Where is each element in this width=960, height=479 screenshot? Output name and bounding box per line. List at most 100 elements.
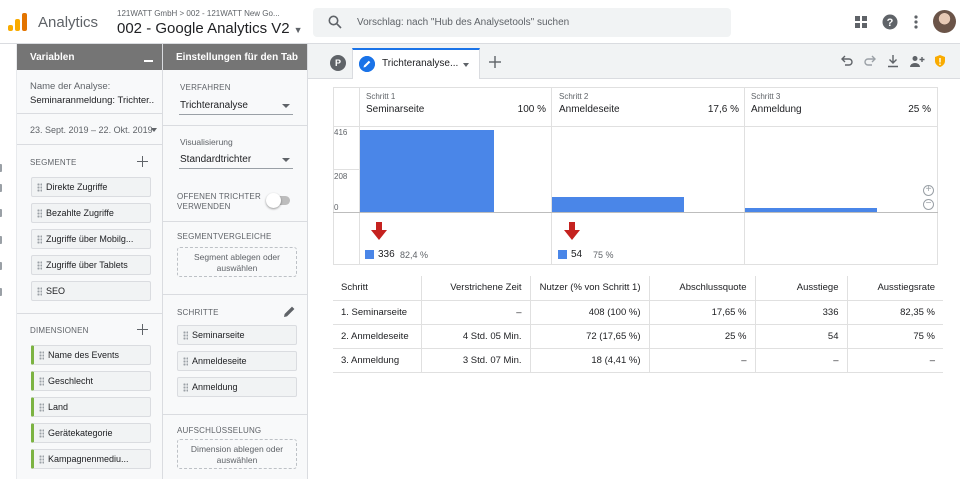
table-cell: –	[648, 348, 755, 373]
add-segment-plus-icon[interactable]	[137, 156, 148, 167]
view-selector[interactable]: 002 - Google Analytics V2 ▼	[117, 20, 303, 37]
date-range-selector[interactable]: 23. Sept. 2019 – 22. Okt. 2019	[30, 125, 153, 135]
segment-chip-label: SEO	[46, 286, 66, 296]
table-row[interactable]: 3. Anmeldung 3 Std. 07 Min. 18 (4,41 %) …	[333, 348, 943, 373]
drag-handle-icon	[183, 357, 188, 366]
download-icon[interactable]	[886, 54, 900, 68]
divider	[17, 144, 163, 145]
column-header[interactable]: Ausstiege	[754, 276, 847, 301]
analytics-logo-icon[interactable]	[8, 13, 28, 31]
dimension-chip-label: Geschlecht	[48, 376, 94, 386]
visualization-select[interactable]: Standardtrichter	[179, 152, 293, 169]
step-chip[interactable]: Anmeldeseite	[177, 351, 297, 371]
table-header-row: Schritt Verstrichene Zeit Nutzer (% von …	[333, 276, 943, 301]
technique-select[interactable]: Trichteranalyse	[179, 98, 293, 115]
technique-value: Trichteranalyse	[180, 100, 248, 111]
table-cell: –	[754, 348, 847, 373]
drag-handle-icon	[37, 287, 42, 296]
visualization-label: Visualisierung	[180, 137, 233, 147]
nav-marker[interactable]	[0, 209, 2, 217]
segment-drop-zone[interactable]: Segment ablegen oder auswählen	[177, 247, 297, 277]
variables-header: Variablen	[17, 44, 162, 70]
segment-chip[interactable]: Zugriffe über Tablets	[31, 255, 151, 275]
tab-dropdown-icon[interactable]	[463, 63, 469, 67]
avatar[interactable]	[933, 10, 956, 33]
divider	[163, 294, 308, 295]
redo-icon[interactable]	[863, 54, 877, 68]
edit-pencil-icon[interactable]	[283, 305, 296, 318]
column-header[interactable]: Ausstiegsrate	[846, 276, 943, 301]
dimension-chip-label: Gerätekategorie	[48, 428, 113, 438]
shield-warning-icon[interactable]	[933, 54, 947, 68]
zoom-out-icon[interactable]: −	[923, 199, 934, 210]
segment-chip-label: Bezahlte Zugriffe	[46, 208, 114, 218]
segment-chip[interactable]: Bezahlte Zugriffe	[31, 203, 151, 223]
segment-chip-label: Direkte Zugriffe	[46, 182, 108, 192]
tab-label: Trichteranalyse...	[382, 58, 459, 69]
step-name-label: Anmeldung	[751, 104, 802, 115]
p-badge[interactable]: P	[330, 55, 346, 71]
drag-handle-icon	[183, 331, 188, 340]
zoom-in-icon[interactable]: +	[923, 185, 934, 196]
funnel-bar[interactable]	[360, 130, 494, 212]
add-tab-plus-icon[interactable]	[488, 55, 502, 69]
funnel-table: Schritt Verstrichene Zeit Nutzer (% von …	[333, 276, 943, 373]
step-percent-label: 100 %	[517, 104, 546, 115]
dimension-chip[interactable]: Land	[31, 397, 151, 417]
step-chip[interactable]: Anmeldung	[177, 377, 297, 397]
step-column-separator	[551, 87, 552, 265]
share-user-add-icon[interactable]	[909, 54, 925, 68]
search-icon	[328, 15, 342, 29]
segment-compare-label: SEGMENTVERGLEICHE	[177, 232, 272, 241]
dimension-chip[interactable]: Kampagnenmediu...	[31, 449, 151, 469]
analysis-name-input[interactable]: Seminaranmeldung: Trichter...	[30, 95, 155, 106]
dropdown-arrow-icon	[282, 104, 290, 108]
search-input[interactable]: Vorschlag: nach "Hub des Analysetools" s…	[313, 8, 731, 37]
variables-title: Variablen	[30, 52, 75, 63]
nav-marker[interactable]	[0, 184, 2, 192]
column-header[interactable]: Schritt	[333, 276, 421, 301]
funnel-bar[interactable]	[745, 208, 877, 212]
breakdown-label: AUFSCHLÜSSELUNG	[177, 426, 262, 435]
segment-chip[interactable]: SEO	[31, 281, 151, 301]
funnel-bar[interactable]	[552, 197, 684, 212]
segment-chip[interactable]: Direkte Zugriffe	[31, 177, 151, 197]
abandonment-percent: 82,4 %	[400, 250, 429, 260]
table-row[interactable]: 2. Anmeldeseite 4 Std. 05 Min. 72 (17,65…	[333, 324, 943, 349]
dimension-chip-label: Name des Events	[48, 350, 120, 360]
tab-funnel-analysis[interactable]: Trichteranalyse...	[352, 48, 480, 79]
nav-marker[interactable]	[0, 164, 2, 172]
table-cell: 1. Seminarseite	[333, 300, 421, 325]
help-icon[interactable]: ?	[882, 14, 898, 30]
chevron-down-icon[interactable]	[151, 128, 157, 132]
apps-grid-icon[interactable]	[853, 14, 869, 30]
dimension-chip[interactable]: Geschlecht	[31, 371, 151, 391]
breadcrumb[interactable]: 121WATT GmbH > 002 - 121WATT New Go...	[117, 9, 280, 18]
minimize-icon[interactable]	[144, 60, 153, 62]
segment-chip[interactable]: Zugriffe über Mobilg...	[31, 229, 151, 249]
step-name-label: Anmeldeseite	[559, 104, 620, 115]
dimension-drop-zone[interactable]: Dimension ablegen oder auswählen	[177, 439, 297, 469]
table-cell: 408 (100 %)	[529, 300, 649, 325]
column-header[interactable]: Nutzer (% von Schritt 1)	[529, 276, 649, 301]
column-header[interactable]: Verstrichene Zeit	[420, 276, 530, 301]
column-header[interactable]: Abschlussquote	[648, 276, 755, 301]
table-row[interactable]: 1. Seminarseite – 408 (100 %) 17,65 % 33…	[333, 300, 943, 325]
pencil-icon	[359, 56, 375, 72]
nav-marker[interactable]	[0, 236, 2, 244]
add-dimension-plus-icon[interactable]	[137, 324, 148, 335]
undo-icon[interactable]	[840, 54, 854, 68]
legend-swatch	[365, 250, 374, 259]
open-funnel-toggle[interactable]	[266, 193, 290, 208]
step-column-separator	[744, 87, 745, 265]
dimension-chip[interactable]: Name des Events	[31, 345, 151, 365]
table-cell: –	[846, 348, 943, 373]
more-vert-icon[interactable]	[908, 14, 924, 30]
view-title: 002 - Google Analytics V2	[117, 20, 290, 37]
nav-marker[interactable]	[0, 288, 2, 296]
dimension-chip[interactable]: Gerätekategorie	[31, 423, 151, 443]
abandonment-count: 54	[571, 249, 583, 260]
nav-marker[interactable]	[0, 262, 2, 270]
step-chip[interactable]: Seminarseite	[177, 325, 297, 345]
legend-swatch	[558, 250, 567, 259]
